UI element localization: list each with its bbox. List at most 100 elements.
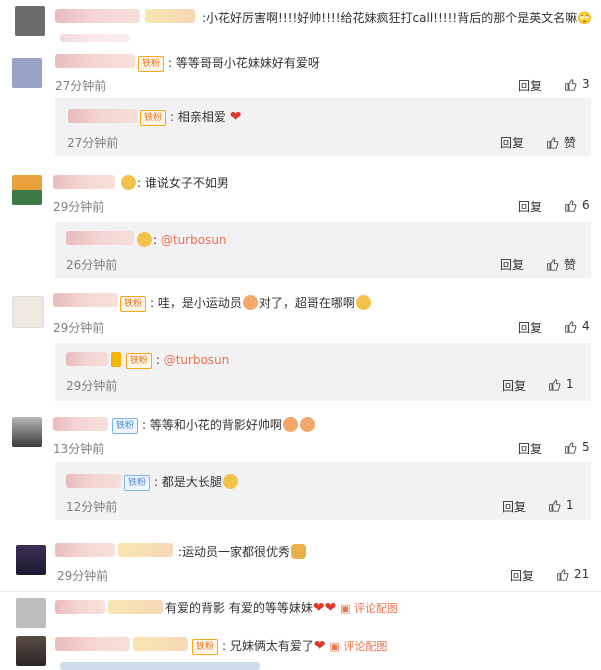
heart-icon: ❤ <box>324 600 337 616</box>
timestamp: 29分钟前 <box>66 379 118 393</box>
thumbs-up-icon <box>547 258 559 271</box>
username-redacted[interactable] <box>55 9 140 23</box>
timestamp: 12分钟前 <box>66 500 118 514</box>
like-count: 21 <box>574 567 590 581</box>
like-count: 1 <box>566 377 574 391</box>
username-redacted[interactable] <box>55 543 115 557</box>
avatar[interactable] <box>12 175 42 205</box>
emoji-icon <box>242 295 258 310</box>
emoji-icon <box>137 232 152 247</box>
thumbs-up-icon <box>557 568 569 581</box>
emoji-icon <box>291 544 307 559</box>
comment-text: 铁粉: 等等和小花的背影好帅啊 <box>112 416 316 434</box>
timestamp: 13分钟前 <box>53 442 105 456</box>
emoji-icon <box>355 295 371 310</box>
mention-link[interactable]: @turbosun <box>164 353 230 367</box>
reply-button[interactable]: 回复 <box>518 319 542 336</box>
like-button[interactable]: 3 <box>564 77 590 91</box>
username-redacted[interactable] <box>55 637 130 651</box>
username-redacted[interactable] <box>118 543 173 557</box>
fan-badge: 铁粉 <box>192 638 219 655</box>
comment-text: : @turbosun <box>136 232 227 247</box>
reply-button[interactable]: 回复 <box>502 498 526 515</box>
fan-badge: 铁粉 <box>112 417 139 434</box>
timestamp: 26分钟前 <box>66 258 118 272</box>
reply-toggle-redacted[interactable] <box>60 34 130 42</box>
reply-button[interactable]: 回复 <box>500 256 524 273</box>
reply-button[interactable]: 回复 <box>518 77 542 94</box>
comment-text: 铁粉: 哇，是小运动员 对了，超哥在哪啊 <box>120 294 372 312</box>
avatar[interactable] <box>12 58 42 88</box>
username-redacted[interactable] <box>68 109 138 123</box>
username-redacted[interactable] <box>55 54 135 68</box>
avatar[interactable] <box>12 296 44 328</box>
like-button[interactable]: 4 <box>564 319 590 333</box>
comment-text: : 谁说女子不如男 <box>120 174 229 191</box>
reply-button[interactable]: 回复 <box>510 567 534 584</box>
comment-text: 有爱的背影 有爱的等等妹妹❤❤ ▣ 评论配图 <box>165 600 399 616</box>
avatar[interactable] <box>12 417 42 447</box>
like-button[interactable]: 6 <box>564 198 590 212</box>
reply-button[interactable]: 回复 <box>518 440 542 457</box>
fan-badge: 铁粉 <box>125 352 152 369</box>
username-redacted[interactable] <box>53 175 115 189</box>
username-redacted[interactable] <box>66 352 108 366</box>
like-count: 6 <box>582 198 590 212</box>
like-button[interactable]: 1 <box>548 498 574 512</box>
like-button[interactable]: 赞 <box>546 134 576 151</box>
username-redacted[interactable] <box>53 417 108 431</box>
like-button[interactable]: 5 <box>564 440 590 454</box>
like-button[interactable]: 21 <box>556 567 589 581</box>
timestamp: 27分钟前 <box>67 136 119 150</box>
fan-badge: 铁粉 <box>138 55 165 72</box>
fan-badge: 铁粉 <box>124 474 151 491</box>
mention-link[interactable]: @turbosun <box>161 233 227 247</box>
reply-button[interactable]: 回复 <box>500 134 524 151</box>
comment-image-button[interactable]: ▣ 评论配图 <box>329 640 387 653</box>
username-redacted[interactable] <box>55 600 105 614</box>
vip-icon <box>111 352 121 367</box>
like-button[interactable]: 赞 <box>546 256 576 273</box>
avatar[interactable] <box>16 545 46 575</box>
avatar[interactable] <box>15 6 45 36</box>
bottom-image-strip <box>60 662 260 670</box>
divider <box>0 591 601 592</box>
avatar[interactable] <box>16 636 46 666</box>
emoji-icon <box>299 417 315 432</box>
avatar[interactable] <box>16 598 46 628</box>
thumbs-up-icon <box>565 78 577 91</box>
like-count: 赞 <box>564 136 577 150</box>
comment-text: 铁粉: 都是大长腿 <box>124 473 239 491</box>
thumbs-up-icon <box>565 441 577 454</box>
comment-text: 铁粉: 兄妹俩太有爱了❤ ▣ 评论配图 <box>192 637 387 655</box>
username-redacted[interactable] <box>145 9 195 23</box>
heart-icon: ❤ <box>229 109 242 125</box>
fan-badge: 铁粉 <box>140 109 167 126</box>
timestamp: 29分钟前 <box>57 569 109 583</box>
like-button[interactable]: 1 <box>548 377 574 391</box>
fan-badge: 铁粉 <box>120 295 147 312</box>
timestamp: 29分钟前 <box>53 321 105 335</box>
username-redacted[interactable] <box>66 474 121 488</box>
comment-text: 铁粉: @turbosun <box>110 352 229 369</box>
username-redacted[interactable] <box>53 293 118 307</box>
like-count: 3 <box>582 77 590 91</box>
username-redacted[interactable] <box>66 231 134 245</box>
thumbs-up-icon <box>547 136 559 149</box>
comment-text: 铁粉: 等等哥哥小花妹妹好有爱呀 <box>138 54 320 72</box>
username-redacted[interactable] <box>133 637 188 651</box>
comment-text: 铁粉: 相亲相爱 ❤ <box>140 108 241 126</box>
comment-text: :运动员一家都很优秀 <box>178 543 307 560</box>
comment-image-button[interactable]: ▣ 评论配图 <box>340 602 398 615</box>
reply-button[interactable]: 回复 <box>518 198 542 215</box>
thumbs-up-icon <box>549 378 561 391</box>
emoji-icon <box>282 417 298 432</box>
comment-text: :小花好厉害啊!!!!好帅!!!!给花妹疯狂打call!!!!!背后的那个是英文… <box>202 11 593 25</box>
heart-icon: ❤ <box>313 638 326 654</box>
like-count: 5 <box>582 440 590 454</box>
username-redacted[interactable] <box>108 600 163 614</box>
heart-icon: ❤ <box>312 600 325 616</box>
thumbs-up-icon <box>565 199 577 212</box>
reply-button[interactable]: 回复 <box>502 377 526 394</box>
thumbs-up-icon <box>565 320 577 333</box>
